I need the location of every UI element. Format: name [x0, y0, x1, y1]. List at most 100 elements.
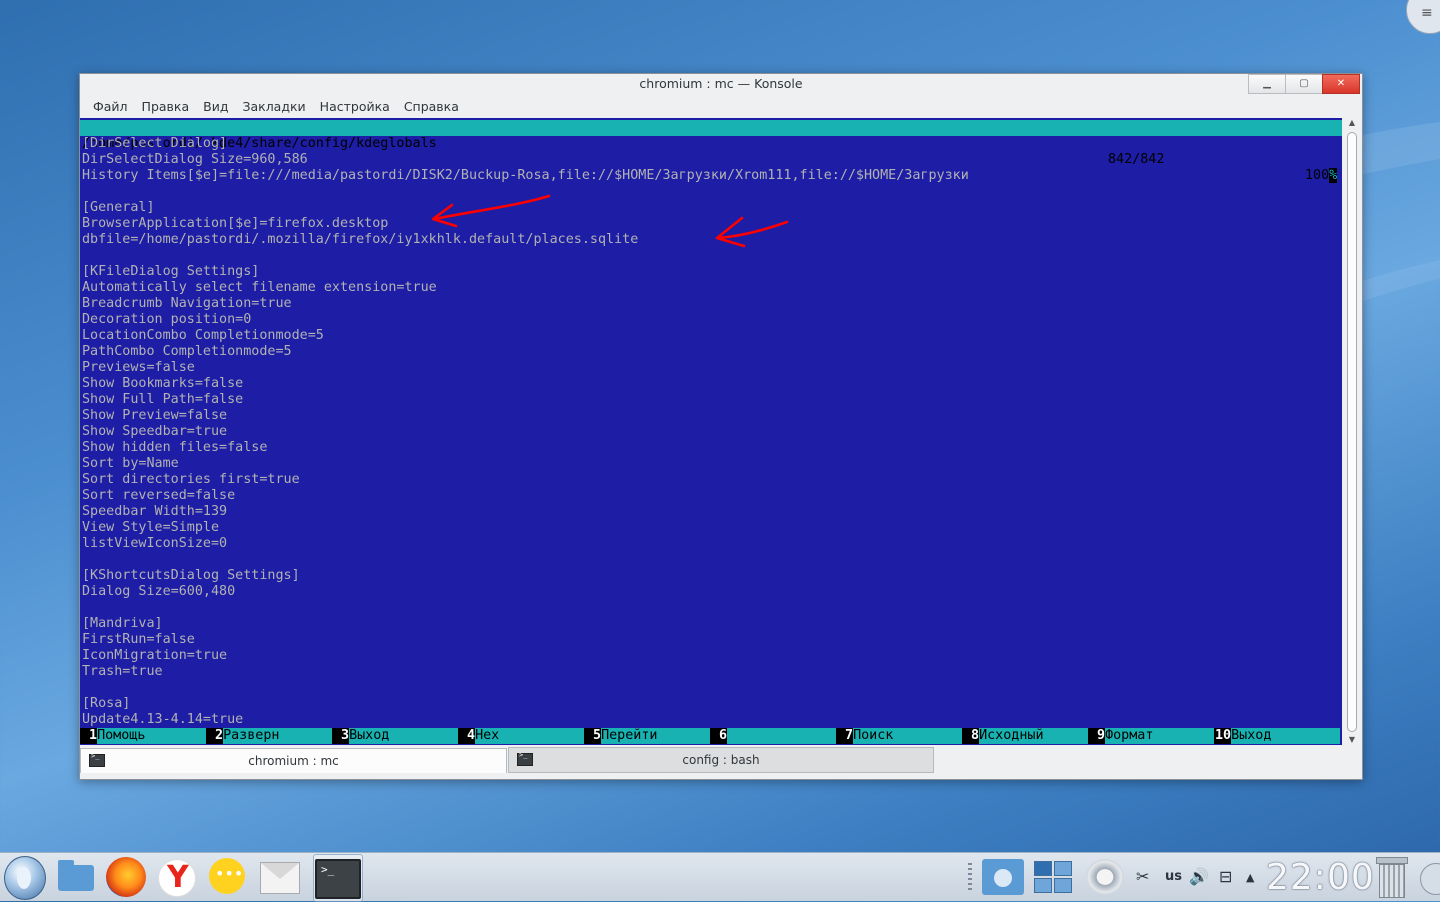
percent-value: 100	[1305, 168, 1330, 183]
volume-icon[interactable]: 🔊	[1189, 867, 1209, 886]
yandex-browser-icon[interactable]: Y	[158, 859, 196, 897]
scissors-icon[interactable]: ✂	[1136, 867, 1149, 886]
file-line: [KShortcutsDialog Settings]	[82, 568, 300, 583]
fkey-number: 8	[962, 728, 980, 744]
menu-help[interactable]: Справка	[397, 96, 466, 118]
menu-bookmarks[interactable]: Закладки	[235, 96, 312, 118]
window-titlebar[interactable]: chromium : mc — Konsole ▁ ▢ ✕	[80, 74, 1362, 96]
fkey-number: 4	[458, 728, 476, 744]
chat-icon[interactable]: •••	[209, 858, 245, 894]
fkey-4[interactable]: 4 Hex	[458, 728, 584, 744]
virtual-desktops-pager[interactable]	[1034, 861, 1072, 893]
function-key-bar: 1 Помощь 2 Разверн 3 Выход 4 Hex 5 Перейти 6 7 Поиск…	[80, 728, 1342, 744]
file-line: Sort reversed=false	[82, 488, 236, 503]
fkey-label	[727, 728, 836, 744]
fkey-number: 6	[710, 728, 728, 744]
file-manager-icon[interactable]	[56, 857, 96, 897]
file-line: [KFileDialog Settings]	[82, 264, 260, 279]
mail-icon[interactable]	[260, 862, 300, 894]
terminal-scrollbar[interactable]: ▲ ▼	[1345, 118, 1359, 745]
file-line: [DirSelect Dialog]	[82, 136, 228, 151]
tab-config-bash[interactable]: config : bash	[508, 747, 934, 773]
fkey-label: Выход	[349, 728, 458, 744]
file-line: Show Preview=false	[82, 408, 228, 423]
launcher-icon[interactable]	[4, 856, 46, 900]
device-notifier-icon[interactable]	[982, 859, 1024, 895]
desktop-2[interactable]	[1054, 861, 1072, 876]
file-line: Show Bookmarks=false	[82, 376, 244, 391]
konsole-icon[interactable]: >_	[315, 859, 361, 899]
tray-expand-icon[interactable]: ▲	[1246, 871, 1254, 884]
fkey-label: Перейти	[601, 728, 710, 744]
network-icon[interactable]: ⊟	[1219, 867, 1232, 886]
fkey-number: 5	[584, 728, 602, 744]
menu-file[interactable]: Файл	[86, 96, 135, 118]
file-line: Show Full Path=false	[82, 392, 244, 407]
taskbar: Y ••• >_ ✂ us 🔊 ⊟ ▲ 22:00	[0, 852, 1440, 902]
fkey-5[interactable]: 5 Перейти	[584, 728, 710, 744]
viewer-status-bar: /home/pastordi/.kde4/share/config/kdeglo…	[80, 120, 1342, 183]
scroll-up-icon[interactable]: ▲	[1347, 118, 1357, 128]
fkey-number: 1	[80, 728, 98, 744]
fkey-number: 10	[1214, 728, 1232, 744]
fkey-label: Формат	[1105, 728, 1214, 744]
fkey-3[interactable]: 3 Выход	[332, 728, 458, 744]
menu-view[interactable]: Вид	[196, 96, 235, 118]
fkey-2[interactable]: 2 Разверн	[206, 728, 332, 744]
keyboard-layout[interactable]: us	[1165, 869, 1182, 884]
fkey-label: Выход	[1231, 728, 1340, 744]
fkey-10[interactable]: 10 Выход	[1214, 728, 1340, 744]
konsole-window: chromium : mc — Konsole ▁ ▢ ✕ Файл Правк…	[79, 73, 1363, 780]
panel-menu-icon[interactable]	[1420, 863, 1440, 895]
firefox-icon[interactable]	[106, 857, 146, 897]
file-line: Breadcrumb Navigation=true	[82, 296, 292, 311]
minimize-button[interactable]: ▁	[1248, 74, 1286, 94]
file-line: Sort by=Name	[82, 456, 179, 471]
fkey-number: 7	[836, 728, 854, 744]
fkey-label: Исходный	[979, 728, 1088, 744]
fkey-label: Помощь	[97, 728, 206, 744]
file-line: Dialog Size=600,480	[82, 584, 236, 599]
clock[interactable]: 22:00	[1266, 857, 1375, 898]
window-controls: ▁ ▢ ✕	[1248, 74, 1360, 94]
panel-separator	[968, 863, 972, 893]
fkey-9[interactable]: 9 Формат	[1088, 728, 1214, 744]
fkey-6[interactable]: 6	[710, 728, 836, 744]
fkey-number: 2	[206, 728, 224, 744]
trash-icon[interactable]	[1374, 857, 1408, 898]
menu-edit[interactable]: Правка	[135, 96, 197, 118]
tab-bar: chromium : mc config : bash	[80, 747, 1362, 774]
terminal-view[interactable]: /home/pastordi/.kde4/share/config/kdeglo…	[80, 118, 1342, 745]
file-line: LocationCombo Completionmode=5	[82, 328, 324, 343]
desktop-4[interactable]	[1054, 878, 1072, 893]
scroll-thumb[interactable]	[1347, 132, 1357, 732]
scroll-percent: 100%	[1305, 168, 1338, 184]
file-line: PathCombo Completionmode=5	[82, 344, 292, 359]
file-line: FirstRun=false	[82, 632, 195, 647]
fkey-1[interactable]: 1 Помощь	[80, 728, 206, 744]
tab-label: chromium : mc	[248, 754, 339, 768]
file-line: View Style=Simple	[82, 520, 220, 535]
percent-sign: %	[1329, 168, 1338, 183]
close-button[interactable]: ✕	[1322, 74, 1360, 94]
maximize-button[interactable]: ▢	[1285, 74, 1323, 94]
file-line: Trash=true	[82, 664, 163, 679]
desktop-toolbox-button[interactable]: ≡	[1406, 0, 1440, 34]
file-line: [General]	[82, 200, 155, 215]
file-line: dbfile=/home/pastordi/.mozilla/firefox/i…	[82, 232, 639, 247]
desktop-1[interactable]	[1034, 861, 1052, 876]
desktop-3[interactable]	[1034, 878, 1052, 893]
menu-settings[interactable]: Настройка	[313, 96, 397, 118]
tab-label: config : bash	[682, 753, 760, 767]
file-line: listViewIconSize=0	[82, 536, 228, 551]
file-line: [Rosa]	[82, 696, 131, 711]
fkey-8[interactable]: 8 Исходный	[962, 728, 1088, 744]
fkey-number: 9	[1088, 728, 1106, 744]
tab-chromium-mc[interactable]: chromium : mc	[80, 748, 507, 773]
fkey-label: Hex	[475, 728, 584, 744]
scroll-down-icon[interactable]: ▼	[1347, 735, 1357, 745]
system-settings-icon[interactable]	[1086, 859, 1124, 895]
fkey-7[interactable]: 7 Поиск	[836, 728, 962, 744]
file-line: IconMigration=true	[82, 648, 228, 663]
file-line: DirSelectDialog Size=960,586	[82, 152, 308, 167]
